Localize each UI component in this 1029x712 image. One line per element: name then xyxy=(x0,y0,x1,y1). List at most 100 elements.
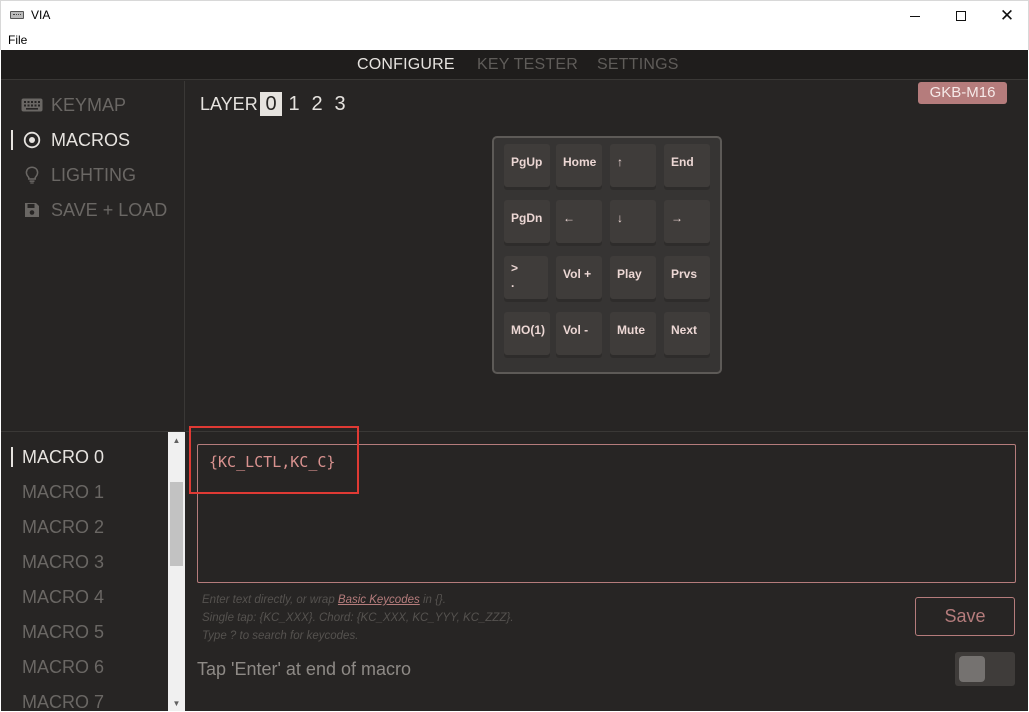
key[interactable]: → xyxy=(664,200,710,246)
tab-settings[interactable]: SETTINGS xyxy=(597,56,679,74)
menu-file[interactable]: File xyxy=(8,33,27,47)
keyboard-layout: PgUp Home ↑ End PgDn ← ↓ → > . Vol + Pla… xyxy=(492,136,722,374)
toggle-knob xyxy=(959,656,985,682)
macro-item[interactable]: MACRO 4 xyxy=(11,583,104,611)
active-indicator xyxy=(11,517,13,537)
active-indicator xyxy=(11,622,13,642)
app-root: CONFIGURE KEY TESTER SETTINGS KEYMAP MAC… xyxy=(1,50,1028,711)
scroll-thumb[interactable] xyxy=(170,482,183,566)
layer-1-button[interactable]: 1 xyxy=(283,92,305,116)
help-text: Enter text directly, or wrap xyxy=(202,594,338,606)
sidebar-item-label: SAVE + LOAD xyxy=(51,199,168,220)
floppy-disk-icon xyxy=(21,201,43,219)
macro-item[interactable]: MACRO 1 xyxy=(11,478,104,506)
minimize-button[interactable] xyxy=(892,1,938,31)
save-button[interactable]: Save xyxy=(915,597,1015,636)
macro-item[interactable]: MACRO 7 xyxy=(11,688,105,712)
macro-text-value: {KC_LCTL,KC_C} xyxy=(209,453,336,471)
macro-item-label: MACRO 7 xyxy=(22,691,105,712)
active-indicator xyxy=(11,657,13,677)
key[interactable]: ↑ xyxy=(610,144,656,190)
sidebar-item-label: LIGHTING xyxy=(51,164,137,185)
macro-item-label: MACRO 4 xyxy=(22,586,105,607)
active-indicator xyxy=(11,692,13,711)
sidebar-item-label: KEYMAP xyxy=(51,94,127,115)
close-button[interactable]: ✕ xyxy=(984,1,1029,31)
key[interactable]: ← xyxy=(556,200,602,246)
key[interactable]: PgDn xyxy=(504,200,550,246)
macro-text-input[interactable]: {KC_LCTL,KC_C} xyxy=(197,444,1016,583)
help-line-2: Single tap: {KC_XXX}. Chord: {KC_XXX, KC… xyxy=(202,612,514,624)
key[interactable]: Next xyxy=(664,312,710,358)
macro-item-label: MACRO 5 xyxy=(22,621,105,642)
sidebar-item-macros[interactable]: MACROS xyxy=(11,126,130,154)
key[interactable]: End xyxy=(664,144,710,190)
tab-configure[interactable]: CONFIGURE xyxy=(357,56,455,74)
sidebar-item-keymap[interactable]: KEYMAP xyxy=(11,91,126,119)
lightbulb-icon xyxy=(21,166,43,184)
macro-help-text: Enter text directly, or wrap Basic Keyco… xyxy=(202,591,514,645)
device-name-badge: GKB-M16 xyxy=(918,82,1007,104)
basic-keycodes-link[interactable]: Basic Keycodes xyxy=(338,594,420,606)
macro-list-scrollbar[interactable]: ▲ ▼ xyxy=(168,432,185,711)
macro-item-label: MACRO 2 xyxy=(22,516,105,537)
key[interactable]: Home xyxy=(556,144,602,190)
macro-item-label: MACRO 1 xyxy=(22,481,105,502)
scroll-down-arrow-icon[interactable]: ▼ xyxy=(168,695,185,711)
keyboard-icon xyxy=(21,96,43,114)
macro-item[interactable]: MACRO 6 xyxy=(11,653,104,681)
key[interactable]: Vol + xyxy=(556,256,602,302)
sidebar-item-label: MACROS xyxy=(51,129,131,150)
active-indicator xyxy=(11,130,13,150)
minimize-icon xyxy=(910,15,920,17)
layer-0-button[interactable]: 0 xyxy=(260,92,282,116)
active-indicator xyxy=(11,587,13,607)
key[interactable]: ↓ xyxy=(610,200,656,246)
key[interactable]: > . xyxy=(504,256,548,302)
maximize-button[interactable] xyxy=(938,1,984,31)
menu-bar: File xyxy=(0,30,1029,50)
layer-label: LAYER xyxy=(200,94,258,114)
macro-item[interactable]: MACRO 5 xyxy=(11,618,104,646)
key[interactable]: PgUp xyxy=(504,144,550,190)
target-icon xyxy=(21,131,43,149)
macro-item[interactable]: MACRO 3 xyxy=(11,548,104,576)
title-bar: VIA ✕ xyxy=(0,0,1029,30)
macro-item[interactable]: MACRO 0 xyxy=(11,443,104,471)
key[interactable]: Prvs xyxy=(664,256,710,302)
tab-key-tester[interactable]: KEY TESTER xyxy=(477,56,578,74)
macro-editor: {KC_LCTL,KC_C} Enter text directly, or w… xyxy=(186,426,1028,711)
active-indicator xyxy=(11,95,13,115)
layer-2-button[interactable]: 2 xyxy=(306,92,328,116)
active-indicator xyxy=(11,447,13,467)
sidebar-item-lighting[interactable]: LIGHTING xyxy=(11,161,136,189)
window-title: VIA xyxy=(31,8,51,22)
tap-enter-label: Tap 'Enter' at end of macro xyxy=(197,659,411,679)
close-icon: ✕ xyxy=(999,5,1015,26)
active-indicator xyxy=(11,200,13,220)
tap-enter-toggle[interactable] xyxy=(955,652,1015,686)
help-line-1: Enter text directly, or wrap Basic Keyco… xyxy=(202,591,514,609)
active-indicator xyxy=(11,552,13,572)
macro-item-label: MACRO 3 xyxy=(22,551,105,572)
help-line-3: Type ? to search for keycodes. xyxy=(202,630,359,642)
sidebar: KEYMAP MACROS LIGHTING SAVE + LOAD xyxy=(1,81,185,431)
key[interactable]: Vol - xyxy=(556,312,602,358)
macro-item-label: MACRO 6 xyxy=(22,656,105,677)
key[interactable]: Play xyxy=(610,256,656,302)
scroll-up-arrow-icon[interactable]: ▲ xyxy=(168,432,185,449)
macro-item-label: MACRO 0 xyxy=(22,446,105,467)
active-indicator xyxy=(11,165,13,185)
macro-list: MACRO 0 MACRO 1 MACRO 2 MACRO 3 MACRO 4 … xyxy=(1,431,185,711)
key[interactable]: MO(1) xyxy=(504,312,550,358)
maximize-icon xyxy=(956,11,966,21)
help-text: in {}. xyxy=(419,594,446,606)
app-keyboard-icon xyxy=(10,11,24,19)
macro-item[interactable]: MACRO 2 xyxy=(11,513,104,541)
sidebar-item-save-load[interactable]: SAVE + LOAD xyxy=(11,196,167,224)
active-indicator xyxy=(11,482,13,502)
key[interactable]: Mute xyxy=(610,312,656,358)
layer-3-button[interactable]: 3 xyxy=(329,92,351,116)
keyboard-panel: LAYER 0 1 2 3 GKB-M16 PgUp Home ↑ End Pg… xyxy=(186,81,1028,431)
top-nav: CONFIGURE KEY TESTER SETTINGS xyxy=(1,50,1028,80)
